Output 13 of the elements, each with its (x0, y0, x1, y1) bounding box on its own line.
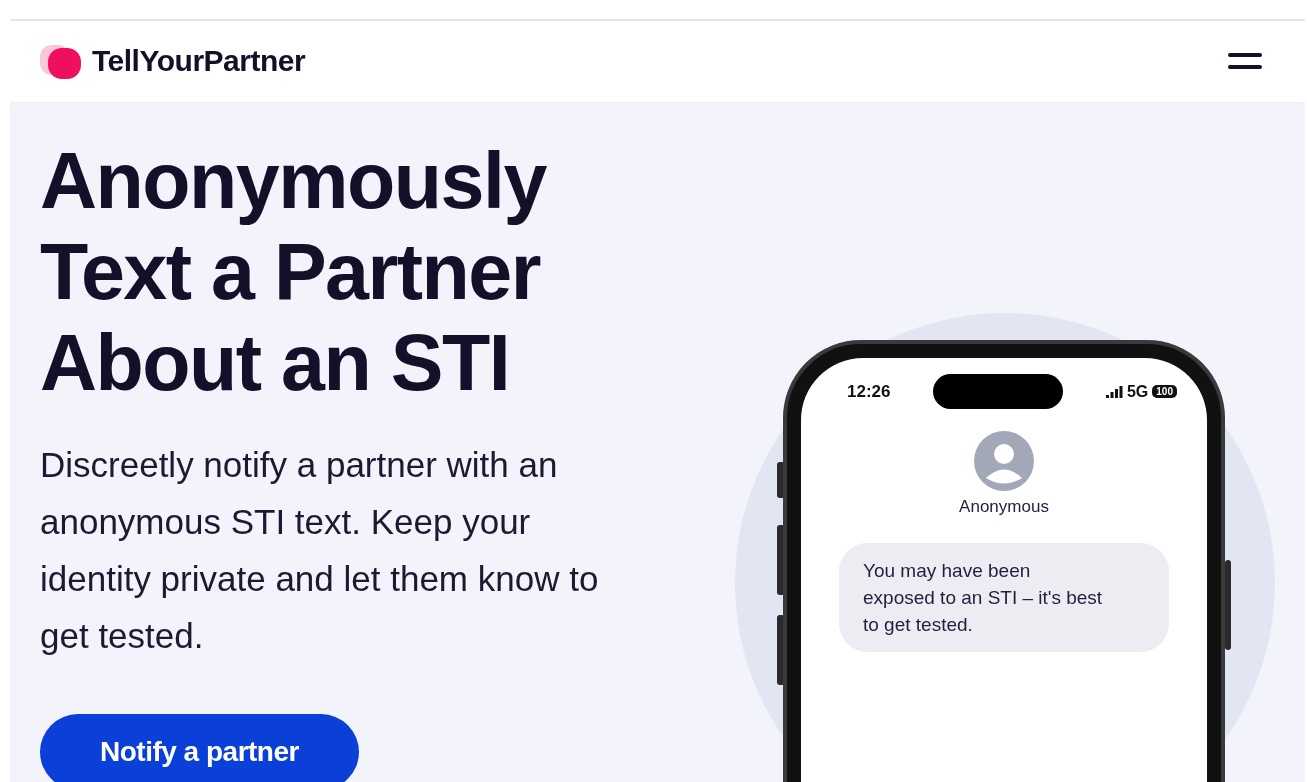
message-text: You may have been exposed to an STI – it's best to get tested. (863, 560, 1103, 635)
signal-icon (1105, 385, 1123, 398)
network-label: 5G (1126, 382, 1149, 401)
status-time: 12:26 (847, 381, 891, 402)
notify-partner-button[interactable]: Notify a partner (40, 714, 359, 782)
battery-level: 100 (1152, 385, 1177, 398)
hero-description: Discreetly notify a partner with an anonymous STI text. Keep your identity private and let them know to get tested. (40, 444, 600, 657)
headline: Anonymously Text a Partner About an STI (40, 135, 548, 408)
contact-name: Anonymous (959, 497, 1049, 517)
brand-name[interactable]: TellYourPartner (92, 44, 306, 78)
avatar-icon (974, 431, 1034, 491)
logo-icon (40, 43, 82, 79)
menu-icon[interactable] (1228, 52, 1262, 70)
